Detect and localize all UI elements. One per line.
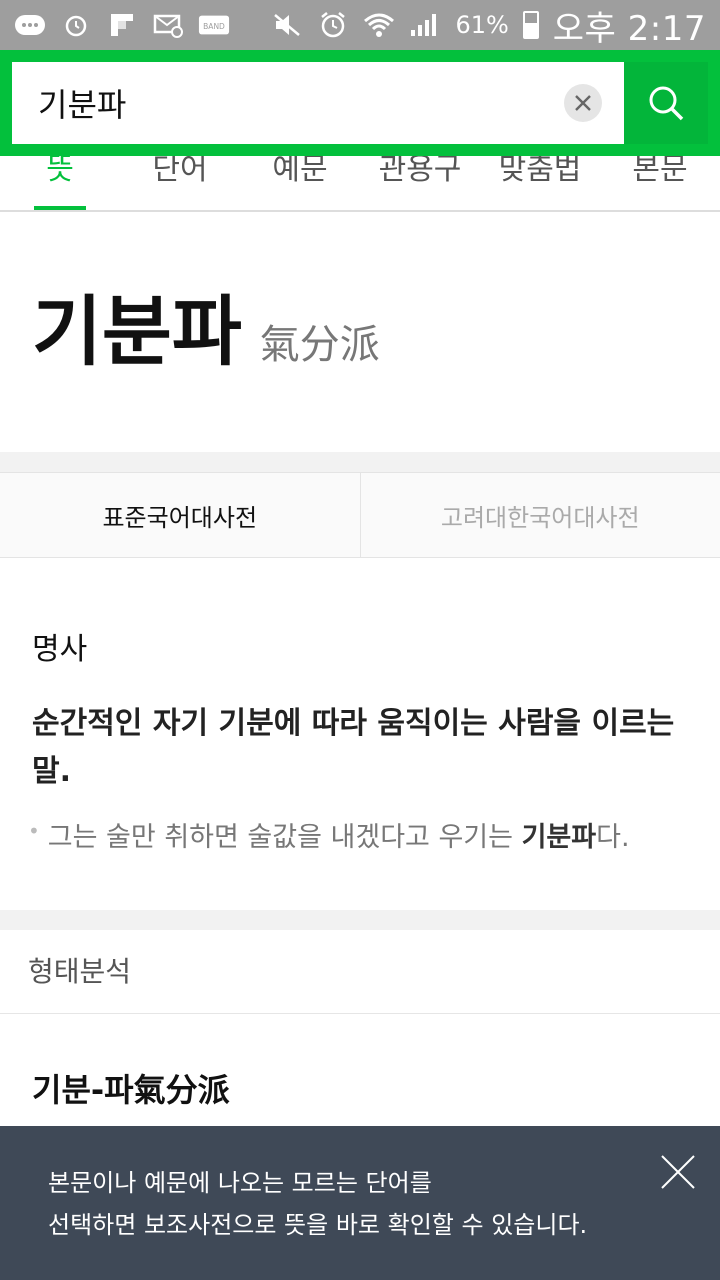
dictionary-tabs: 표준국어대사전 고려대한국어대사전 xyxy=(0,472,720,558)
wifi-icon xyxy=(363,12,395,38)
alarm-clock-icon xyxy=(317,12,349,38)
entry-word: 기분파 xyxy=(32,287,242,376)
morphology-analysis: 기분-파氣分派 xyxy=(32,1071,230,1109)
close-icon xyxy=(575,95,591,111)
toast-line-2: 선택하면 보조사전으로 뜻을 바로 확인할 수 있습니다. xyxy=(48,1211,588,1239)
section-divider xyxy=(0,910,720,930)
search-input[interactable] xyxy=(12,62,564,144)
email-icon xyxy=(152,12,184,38)
headword: 기분파 氣分派 xyxy=(32,270,380,380)
status-bar: BAND 61% 오후 2:17 xyxy=(0,0,720,50)
clock: 오후 2:17 xyxy=(552,8,706,49)
battery-percent: 61% xyxy=(455,11,509,39)
part-of-speech: 명사 xyxy=(32,632,88,667)
messenger-icon xyxy=(14,12,46,38)
svg-text:BAND: BAND xyxy=(203,22,225,31)
close-icon xyxy=(661,1155,695,1189)
search-button[interactable] xyxy=(624,62,708,144)
clear-search-button[interactable] xyxy=(564,84,602,122)
example-text: 그는 술만 취하면 술값을 내겠다고 우기는 기분파다. xyxy=(47,822,630,853)
entry-hanja: 氣分派 xyxy=(259,322,380,368)
alarm-icon xyxy=(60,12,92,38)
search-header xyxy=(0,50,720,156)
morphology-label: 형태분석 xyxy=(0,930,720,1014)
definition-text: 순간적인 자기 기분에 따라 움직이는 사람을 이르는 말. xyxy=(32,706,675,789)
toast-close-button[interactable] xyxy=(656,1150,700,1194)
battery-icon xyxy=(522,11,539,39)
search-icon xyxy=(649,86,684,121)
bullet-icon: • xyxy=(28,819,40,843)
tip-toast: 본문이나 예문에 나오는 모르는 단어를 선택하면 보조사전으로 뜻을 바로 확… xyxy=(0,1126,720,1280)
search-box xyxy=(12,62,708,144)
mute-icon xyxy=(271,12,303,38)
section-divider xyxy=(0,452,720,472)
toast-line-1: 본문이나 예문에 나오는 모르는 단어를 xyxy=(48,1169,432,1197)
flipboard-icon xyxy=(106,12,138,38)
example-highlight: 기분파 xyxy=(521,822,597,853)
tab-standard-dictionary[interactable]: 표준국어대사전 xyxy=(0,473,360,557)
band-icon: BAND xyxy=(198,12,230,38)
signal-icon xyxy=(409,12,441,38)
example-sentence: • 그는 술만 취하면 술값을 내겠다고 우기는 기분파다. xyxy=(28,815,698,854)
tab-korea-univ-dictionary[interactable]: 고려대한국어대사전 xyxy=(359,473,720,557)
